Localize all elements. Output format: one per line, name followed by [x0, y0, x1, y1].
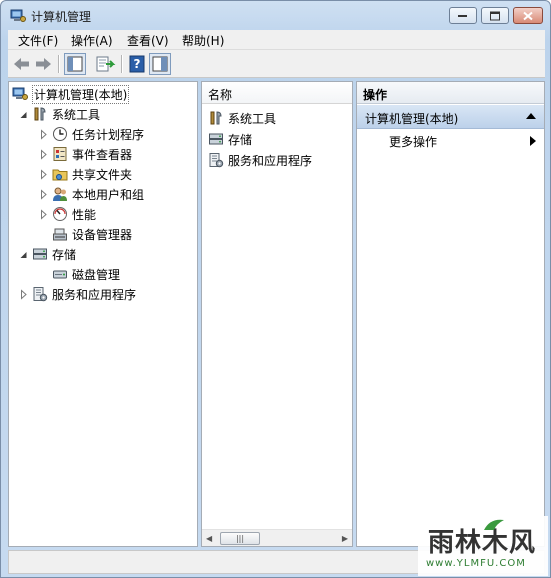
- computer-management-window: 计算机管理 文件(F) 操作(A) 查看(V) 帮助(H) ? 计算机管理(本地…: [0, 0, 551, 578]
- tree-item-label: 本地用户和组: [72, 187, 145, 202]
- tree-item-label: 计算机管理(本地): [32, 84, 130, 104]
- name-column-header[interactable]: 名称: [202, 82, 352, 104]
- expander-spacer: [38, 229, 49, 240]
- tree-item-label: 设备管理器: [72, 227, 133, 242]
- close-button[interactable]: [513, 7, 543, 24]
- menu-help[interactable]: 帮助(H): [182, 32, 224, 49]
- storage-icon: [33, 248, 47, 260]
- minimize-icon: [458, 14, 467, 17]
- collapsed-arrow-icon[interactable]: [38, 208, 49, 220]
- computer-management-icon: [10, 9, 26, 22]
- collapse-up-icon[interactable]: [526, 112, 536, 119]
- tree-item[interactable]: 系统工具: [18, 104, 100, 124]
- navigation-tree[interactable]: 计算机管理(本地) 系统工具任务计划程序 事件查看器共享文件夹本地用户和组 性能设备管…: [8, 81, 198, 547]
- show-hide-action-pane-icon[interactable]: [149, 53, 171, 75]
- services-apps-icon: [33, 287, 48, 302]
- actions-section-label: 计算机管理(本地): [365, 112, 459, 126]
- tree-item-label: 磁盘管理: [72, 267, 121, 282]
- maximize-button[interactable]: [481, 7, 509, 24]
- back-arrow-icon[interactable]: [11, 53, 33, 75]
- expanded-arrow-icon[interactable]: [18, 109, 29, 120]
- tree-item[interactable]: 本地用户和组: [38, 184, 144, 204]
- event-viewer-icon: [53, 147, 67, 161]
- menu-view[interactable]: 查看(V): [127, 32, 169, 49]
- tree-item[interactable]: 任务计划程序: [38, 124, 144, 144]
- collapsed-arrow-icon[interactable]: [18, 288, 29, 300]
- list-item[interactable]: 存储: [208, 129, 252, 149]
- local-users-icon: [53, 187, 67, 201]
- tree-item-label: 系统工具: [52, 107, 101, 122]
- list-item-label: 系统工具: [228, 111, 277, 126]
- collapsed-arrow-icon[interactable]: [38, 148, 49, 160]
- device-manager-icon: [53, 228, 67, 241]
- tree-item-label: 存储: [52, 247, 77, 262]
- tree-item-label: 性能: [72, 207, 97, 222]
- actions-pane: 操作 计算机管理(本地) 更多操作: [356, 81, 545, 547]
- performance-icon: [53, 207, 67, 221]
- tree-item-label: 事件查看器: [72, 147, 133, 162]
- menu-file[interactable]: 文件(F): [18, 32, 58, 49]
- collapsed-arrow-icon[interactable]: [38, 188, 49, 200]
- scroll-left-icon[interactable]: ◀: [206, 534, 212, 543]
- close-icon: [523, 11, 533, 20]
- menu-action[interactable]: 操作(A): [71, 32, 113, 49]
- tree-item[interactable]: 服务和应用程序: [18, 284, 136, 304]
- collapsed-arrow-icon[interactable]: [38, 128, 49, 140]
- task-scheduler-icon: [53, 127, 67, 141]
- tree-item[interactable]: 计算机管理(本地): [12, 84, 130, 104]
- more-actions-item[interactable]: 更多操作: [389, 133, 437, 150]
- tree-item[interactable]: 事件查看器: [38, 144, 132, 164]
- help-icon[interactable]: ?: [126, 53, 148, 75]
- system-tools-icon: [34, 107, 46, 121]
- svg-text:?: ?: [134, 57, 141, 71]
- tree-item-label: 服务和应用程序: [52, 287, 137, 302]
- expanded-arrow-icon[interactable]: [18, 249, 29, 260]
- toolbar-separator: [121, 55, 122, 73]
- shared-folders-icon: [52, 169, 68, 181]
- watermark-logo: 雨林木风 www.YLMFU.COM: [418, 516, 548, 576]
- expander-spacer: [38, 269, 49, 280]
- forward-arrow-icon[interactable]: [32, 53, 54, 75]
- export-list-icon[interactable]: [94, 53, 116, 75]
- submenu-arrow-icon[interactable]: [530, 136, 536, 146]
- disk-management-icon: [53, 270, 67, 279]
- title-bar[interactable]: 计算机管理: [1, 1, 550, 31]
- tree-item[interactable]: 存储: [18, 244, 76, 264]
- leaf-icon: [484, 519, 504, 530]
- collapsed-arrow-icon[interactable]: [38, 168, 49, 180]
- scroll-right-icon[interactable]: ▶: [342, 534, 348, 543]
- list-item-label: 存储: [228, 132, 253, 147]
- content-list[interactable]: 名称 系统工具存储服务和应用程序 ◀ ||| ▶: [201, 81, 353, 547]
- tree-item-label: 共享文件夹: [72, 167, 133, 182]
- maximize-icon: [490, 11, 500, 20]
- minimize-button[interactable]: [449, 7, 477, 24]
- tree-item[interactable]: 设备管理器: [38, 224, 132, 244]
- list-item[interactable]: 系统工具: [208, 108, 276, 128]
- tree-item[interactable]: 磁盘管理: [38, 264, 120, 284]
- horizontal-scrollbar[interactable]: ◀ ||| ▶: [202, 529, 352, 546]
- menu-bar: 文件(F) 操作(A) 查看(V) 帮助(H): [8, 30, 545, 50]
- toolbar-separator: [58, 55, 59, 73]
- toolbar: ?: [8, 50, 545, 78]
- tree-item-label: 任务计划程序: [72, 127, 145, 142]
- watermark-url: www.YLMFU.COM: [426, 558, 526, 569]
- window-title: 计算机管理: [31, 10, 92, 24]
- services-apps-icon: [209, 153, 224, 168]
- list-item[interactable]: 服务和应用程序: [208, 150, 312, 170]
- storage-icon: [209, 133, 223, 145]
- system-tools-icon: [210, 111, 222, 125]
- computer-management-icon: [12, 87, 28, 100]
- show-hide-tree-icon[interactable]: [64, 53, 86, 75]
- list-item-label: 服务和应用程序: [228, 153, 313, 168]
- actions-header: 操作: [357, 82, 544, 104]
- tree-item[interactable]: 性能: [38, 204, 96, 224]
- tree-item[interactable]: 共享文件夹: [38, 164, 132, 184]
- actions-section-computer-management[interactable]: 计算机管理(本地): [357, 105, 544, 129]
- scroll-thumb[interactable]: |||: [220, 532, 260, 545]
